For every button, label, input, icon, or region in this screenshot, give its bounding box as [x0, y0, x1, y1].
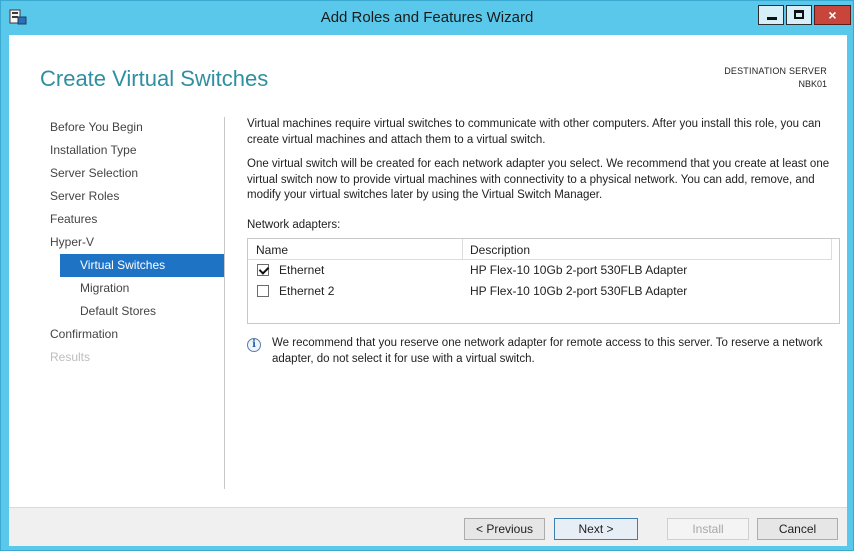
cancel-button[interactable]: Cancel: [757, 518, 838, 540]
intro-paragraph: Virtual machines require virtual switche…: [247, 118, 821, 146]
close-button[interactable]: ×: [814, 5, 851, 25]
page-title: Create Virtual Switches: [40, 66, 269, 91]
nav-item-virtual-switches[interactable]: Virtual Switches: [60, 254, 224, 277]
install-button: Install: [667, 518, 749, 540]
column-separator: [831, 239, 832, 259]
previous-button[interactable]: < Previous: [464, 518, 545, 540]
maximize-button[interactable]: [786, 5, 812, 25]
nav-item-installation-type[interactable]: Installation Type: [50, 139, 137, 162]
info-text: We recommend that you reserve one networ…: [272, 337, 823, 365]
nav-item-confirmation[interactable]: Confirmation: [50, 323, 118, 346]
wizard-body: Create Virtual Switches DESTINATION SERV…: [9, 35, 847, 546]
network-adapters-label: Network adapters:: [247, 219, 341, 231]
recommendation-paragraph: One virtual switch will be created for e…: [247, 158, 830, 201]
window-title: Add Roles and Features Wizard: [320, 9, 534, 26]
nav-item-server-roles[interactable]: Server Roles: [50, 185, 119, 208]
wizard-footer: < Previous Next > Install Cancel: [9, 507, 847, 546]
adapter-row-ethernet-2[interactable]: Ethernet 2 HP Flex-10 10Gb 2-port 530FLB…: [248, 282, 832, 302]
network-adapters-list[interactable]: Name Description Ethernet HP Flex-10 10G…: [247, 238, 840, 324]
info-icon: i: [247, 338, 261, 352]
next-button[interactable]: Next >: [554, 518, 638, 540]
nav-item-results: Results: [50, 350, 91, 364]
column-header-name[interactable]: Name: [256, 243, 288, 257]
adapter-description: HP Flex-10 10Gb 2-port 530FLB Adapter: [470, 263, 688, 277]
destination-server-name: NBK01: [798, 79, 827, 89]
title-bar[interactable]: Add Roles and Features Wizard ×: [1, 1, 853, 35]
minimize-button[interactable]: [758, 5, 784, 25]
nav-item-features[interactable]: Features: [50, 208, 97, 231]
list-header: Name Description: [248, 239, 832, 260]
close-icon: ×: [828, 7, 837, 23]
nav-item-default-stores[interactable]: Default Stores: [80, 300, 156, 323]
adapter-description: HP Flex-10 10Gb 2-port 530FLB Adapter: [470, 284, 688, 298]
column-separator: [462, 239, 463, 259]
adapter-row-ethernet[interactable]: Ethernet HP Flex-10 10Gb 2-port 530FLB A…: [248, 261, 832, 281]
nav-item-server-selection[interactable]: Server Selection: [50, 162, 138, 185]
adapter-name: Ethernet: [279, 263, 325, 277]
wizard-window: Add Roles and Features Wizard × Create V…: [0, 0, 854, 551]
nav-item-before-you-begin[interactable]: Before You Begin: [50, 116, 143, 139]
nav-item-migration[interactable]: Migration: [80, 277, 129, 300]
adapter-checkbox-ethernet-2[interactable]: [257, 285, 269, 297]
adapter-name: Ethernet 2: [279, 284, 335, 298]
destination-server-label: DESTINATION SERVER: [724, 66, 827, 76]
nav-item-hyper-v[interactable]: Hyper-V: [50, 231, 94, 254]
adapter-checkbox-ethernet[interactable]: [257, 264, 269, 276]
nav-divider: [224, 117, 225, 489]
column-header-description[interactable]: Description: [470, 243, 530, 257]
